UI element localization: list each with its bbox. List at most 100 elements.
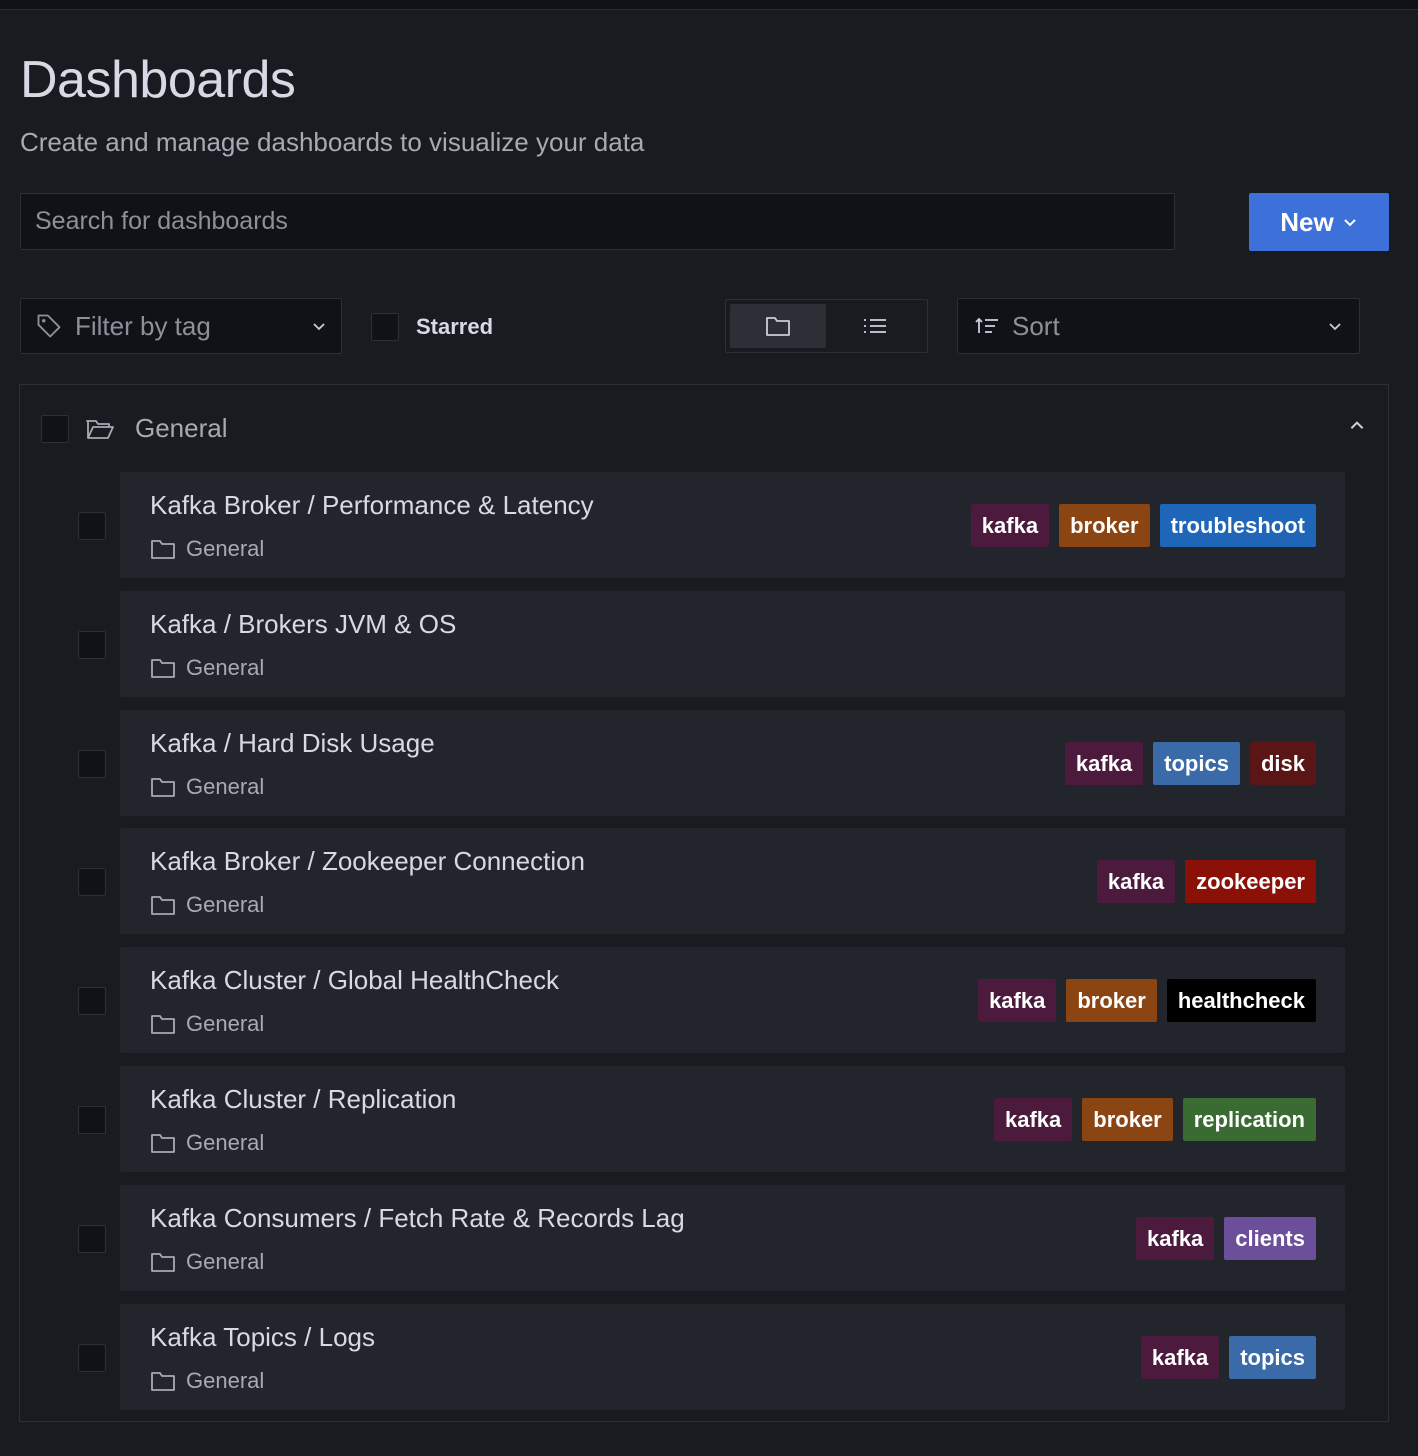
- page-subtitle: Create and manage dashboards to visualiz…: [20, 127, 645, 157]
- sort-select[interactable]: Sort: [957, 298, 1360, 354]
- dashboard-folder-label: General: [186, 774, 265, 799]
- search-input[interactable]: [20, 193, 1175, 250]
- tag-badge[interactable]: kafka: [1136, 1217, 1215, 1260]
- new-button-label: New: [1280, 206, 1334, 237]
- folder-icon: [150, 657, 176, 679]
- collapse-folder-button[interactable]: [1348, 417, 1366, 435]
- tag-badge[interactable]: kafka: [1096, 860, 1176, 903]
- folder-icon: [150, 1132, 176, 1154]
- dashboard-row[interactable]: Kafka / Hard Disk Usage General kafka topic…: [120, 710, 1345, 816]
- dashboard-folder-label: General: [186, 1249, 265, 1274]
- tag-list: kafka broker troubleshoot: [970, 504, 1316, 547]
- chevron-up-icon: [1348, 417, 1366, 435]
- dashboard-folder: General: [150, 774, 264, 800]
- folder-name: General: [135, 413, 228, 443]
- tag-badge[interactable]: replication: [1182, 1098, 1316, 1141]
- dashboard-folder: General: [150, 655, 264, 681]
- folder-header-general[interactable]: General: [41, 413, 228, 444]
- dashboard-checkbox[interactable]: [78, 1225, 106, 1253]
- tag-badge[interactable]: kafka: [993, 1098, 1073, 1141]
- dashboard-checkbox[interactable]: [78, 631, 106, 659]
- tag-badge[interactable]: kafka: [1140, 1336, 1220, 1379]
- chevron-down-icon: [1342, 214, 1358, 230]
- folder-icon: [150, 1370, 176, 1392]
- starred-checkbox[interactable]: [371, 313, 399, 341]
- dashboard-folder: General: [150, 1249, 264, 1275]
- tag-badge[interactable]: clients: [1224, 1217, 1316, 1260]
- sort-label: Sort: [1012, 310, 1060, 341]
- folder-icon: [150, 1013, 176, 1035]
- starred-label: Starred: [416, 314, 494, 339]
- dashboard-row[interactable]: Kafka Broker / Zookeeper Connection Gener…: [120, 828, 1345, 934]
- folder-checkbox[interactable]: [41, 414, 69, 443]
- dashboard-checkbox[interactable]: [78, 750, 106, 778]
- tag-badge[interactable]: broker: [1082, 1098, 1173, 1141]
- tag-filter-label: Filter by tag: [75, 310, 211, 341]
- dashboard-folder: General: [150, 1011, 264, 1037]
- tag-list: kafka broker replication: [993, 1098, 1316, 1141]
- dashboard-title[interactable]: Kafka / Hard Disk Usage: [150, 728, 435, 759]
- folder-view-button[interactable]: [730, 304, 826, 348]
- dashboard-folder-label: General: [186, 1011, 265, 1036]
- folder-icon: [150, 538, 176, 560]
- list-view-button[interactable]: [828, 304, 924, 348]
- tag-list: kafka topics: [1140, 1336, 1316, 1379]
- dashboard-folder-label: General: [186, 536, 265, 561]
- tag-list: kafka broker healthcheck: [978, 979, 1316, 1022]
- dashboard-folder: General: [150, 892, 264, 918]
- tag-badge[interactable]: topics: [1153, 742, 1240, 785]
- dashboard-checkbox[interactable]: [78, 512, 106, 540]
- dashboard-folder: General: [150, 536, 264, 562]
- tag-badge[interactable]: healthcheck: [1166, 979, 1316, 1022]
- dashboard-row[interactable]: Kafka Topics / Logs General kafka topics: [120, 1304, 1345, 1410]
- dashboard-title[interactable]: Kafka Topics / Logs: [150, 1322, 375, 1353]
- dashboard-title[interactable]: Kafka Broker / Performance & Latency: [150, 490, 594, 521]
- dashboard-row[interactable]: Kafka Cluster / Global HealthCheck Genera…: [120, 947, 1345, 1053]
- dashboard-checkbox[interactable]: [78, 1106, 106, 1134]
- page-title: Dashboards: [20, 51, 296, 109]
- dashboard-row[interactable]: Kafka / Brokers JVM & OS General: [120, 591, 1345, 697]
- top-bar: [0, 0, 1418, 10]
- dashboard-title[interactable]: Kafka Cluster / Replication: [150, 1084, 456, 1115]
- dashboard-row[interactable]: Kafka Cluster / Replication General kafka b…: [120, 1066, 1345, 1172]
- folder-icon: [150, 1251, 176, 1273]
- tag-list: kafka topics disk: [1064, 742, 1316, 785]
- starred-filter[interactable]: Starred: [371, 313, 493, 341]
- tag-badge[interactable]: broker: [1059, 504, 1150, 547]
- tag-badge[interactable]: kafka: [978, 979, 1057, 1022]
- dashboard-folder: General: [150, 1368, 264, 1394]
- dashboard-folder-label: General: [186, 892, 265, 917]
- tag-badge[interactable]: disk: [1249, 742, 1316, 785]
- dashboard-title[interactable]: Kafka / Brokers JVM & OS: [150, 609, 456, 640]
- dashboard-list: General Kafka Broker / Performance & Lat…: [19, 384, 1389, 1422]
- dashboard-checkbox[interactable]: [78, 868, 106, 896]
- chevron-down-icon: [311, 318, 327, 334]
- dashboard-row[interactable]: Kafka Broker / Performance & Latency Gene…: [120, 472, 1345, 578]
- dashboard-folder-label: General: [186, 1130, 265, 1155]
- dashboard-checkbox[interactable]: [78, 1344, 106, 1372]
- tag-icon: [35, 312, 63, 340]
- new-button[interactable]: New: [1249, 193, 1389, 251]
- dashboard-checkbox[interactable]: [78, 987, 106, 1015]
- tag-badge[interactable]: kafka: [1064, 742, 1144, 785]
- dashboard-folder: General: [150, 1130, 264, 1156]
- tag-badge[interactable]: troubleshoot: [1159, 504, 1316, 547]
- folder-icon: [765, 315, 791, 337]
- tag-filter-select[interactable]: Filter by tag: [20, 298, 342, 354]
- tag-list: kafka zookeeper: [1096, 860, 1316, 903]
- dashboard-row[interactable]: Kafka Consumers / Fetch Rate & Records L…: [120, 1185, 1345, 1291]
- chevron-down-icon: [1327, 318, 1343, 334]
- sort-icon: [974, 315, 1000, 337]
- list-icon: [862, 316, 888, 336]
- tag-badge[interactable]: kafka: [970, 504, 1050, 547]
- dashboard-folder-label: General: [186, 1368, 265, 1393]
- dashboard-title[interactable]: Kafka Consumers / Fetch Rate & Records L…: [150, 1203, 685, 1234]
- folder-icon: [150, 776, 176, 798]
- tag-badge[interactable]: topics: [1229, 1336, 1316, 1379]
- dashboard-title[interactable]: Kafka Cluster / Global HealthCheck: [150, 965, 559, 996]
- tag-badge[interactable]: broker: [1066, 979, 1157, 1022]
- view-mode-toggle: [725, 299, 928, 353]
- dashboard-title[interactable]: Kafka Broker / Zookeeper Connection: [150, 846, 585, 877]
- tag-badge[interactable]: zookeeper: [1185, 860, 1316, 903]
- folder-open-icon: [85, 417, 115, 441]
